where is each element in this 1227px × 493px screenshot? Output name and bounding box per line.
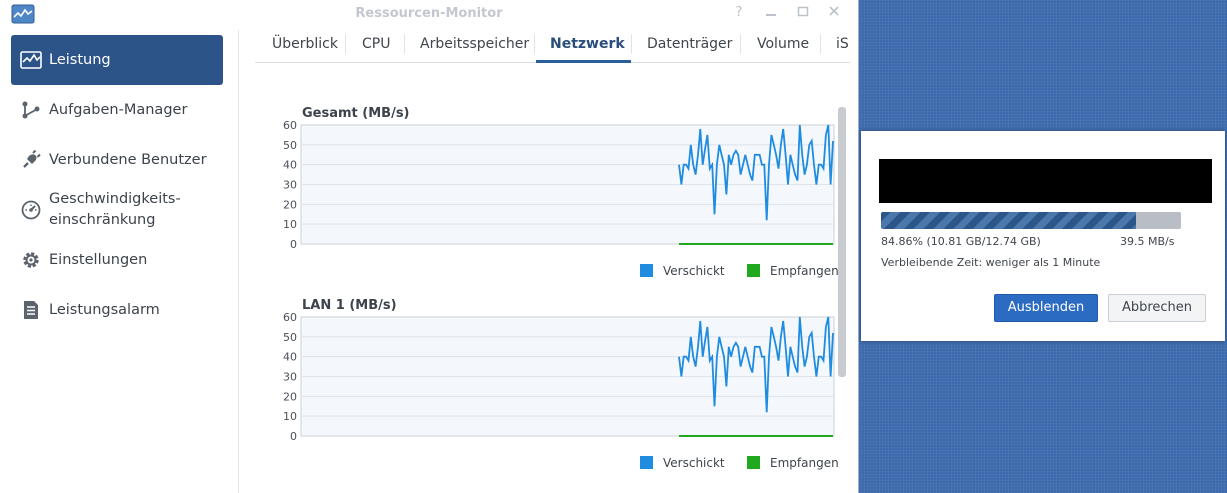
tab-separator xyxy=(631,34,632,54)
sidebar-item-label-line2: einschränkung xyxy=(49,212,156,228)
tab-separator xyxy=(404,34,405,54)
tab-cpu[interactable]: CPU xyxy=(362,36,390,52)
sidebar-item-label: Geschwindigkeits- einschränkung xyxy=(49,189,181,231)
hide-button[interactable]: Ausblenden xyxy=(994,294,1098,322)
title-bar[interactable]: Ressourcen-Monitor ? xyxy=(0,0,858,30)
activity-chart-icon xyxy=(20,49,42,71)
y-tick-label: 30 xyxy=(283,371,297,384)
chart-title-lan1: LAN 1 (MB/s) xyxy=(302,298,397,313)
tab-arbeitsspeicher[interactable]: Arbeitsspeicher xyxy=(420,36,529,52)
y-tick-label: 10 xyxy=(283,410,297,423)
content-scrollbar[interactable] xyxy=(838,107,846,377)
y-tick-label: 30 xyxy=(283,179,297,192)
tab-volume[interactable]: Volume xyxy=(757,36,809,52)
chart-lan1: 0 10 20 30 40 50 60 xyxy=(283,311,835,443)
chart-gesamt: 0 10 20 30 40 50 60 xyxy=(283,119,835,251)
y-tick-label: 0 xyxy=(290,238,297,251)
sidebar-item-label-line1: Geschwindigkeits- xyxy=(49,191,181,207)
progress-text: 84.86% (10.81 GB/12.74 GB) xyxy=(881,235,1041,248)
sidebar-item-label: Verbundene Benutzer xyxy=(49,151,207,168)
close-icon[interactable] xyxy=(826,5,842,21)
legend-label-verschickt: Verschickt xyxy=(663,264,725,278)
y-tick-label: 20 xyxy=(283,198,297,211)
gear-icon xyxy=(20,249,42,271)
sidebar-item-label: Einstellungen xyxy=(49,251,148,268)
redacted-filename xyxy=(879,159,1212,203)
tab-separator xyxy=(820,34,821,54)
legend-label-verschickt: Verschickt xyxy=(663,456,725,470)
sidebar: Leistung Aufgaben-Manager Verbundene Ben… xyxy=(0,30,239,493)
y-tick-label: 20 xyxy=(283,390,297,403)
y-tick-label: 50 xyxy=(283,139,297,152)
minimize-icon[interactable] xyxy=(763,5,779,21)
resource-monitor-window: Ressourcen-Monitor ? Leistung Aufgaben-M… xyxy=(0,0,859,493)
help-icon[interactable]: ? xyxy=(731,5,747,21)
transfer-progress-bar xyxy=(881,212,1181,229)
transfer-progress-dialog: 84.86% (10.81 GB/12.74 GB) 39.5 MB/s Ver… xyxy=(861,131,1225,341)
tab-iscsi[interactable]: iS xyxy=(836,36,849,52)
task-graph-icon xyxy=(20,99,42,121)
tab-separator xyxy=(534,34,535,54)
transfer-speed: 39.5 MB/s xyxy=(1120,235,1175,248)
y-tick-label: 60 xyxy=(283,311,297,324)
sidebar-item-label: Aufgaben-Manager xyxy=(49,101,188,118)
sidebar-item-label: Leistung xyxy=(49,51,111,68)
alarm-list-icon xyxy=(20,299,42,321)
sidebar-item-geschwindigkeitseinschraenkung[interactable]: Geschwindigkeits- einschränkung xyxy=(11,185,223,235)
legend-swatch-verschickt xyxy=(640,264,653,277)
legend-swatch-empfangen xyxy=(747,456,760,469)
sidebar-item-label: Leistungsalarm xyxy=(49,301,160,318)
maximize-icon[interactable] xyxy=(795,5,811,21)
y-tick-label: 0 xyxy=(290,430,297,443)
plug-icon xyxy=(20,149,42,171)
sidebar-item-leistungsalarm[interactable]: Leistungsalarm xyxy=(11,285,223,335)
y-tick-label: 10 xyxy=(283,218,297,231)
tab-ueberblick[interactable]: Überblick xyxy=(272,36,338,52)
tab-bar: Überblick CPU Arbeitsspeicher Netzwerk D… xyxy=(255,30,850,63)
active-tab-indicator xyxy=(536,60,631,63)
chart-title-gesamt: Gesamt (MB/s) xyxy=(302,106,410,121)
tab-separator xyxy=(345,34,346,54)
speedometer-icon xyxy=(20,199,42,221)
legend-label-empfangen: Empfangen xyxy=(770,456,839,470)
legend-swatch-empfangen xyxy=(747,264,760,277)
sidebar-item-aufgaben-manager[interactable]: Aufgaben-Manager xyxy=(11,85,223,135)
sidebar-item-verbundene-benutzer[interactable]: Verbundene Benutzer xyxy=(11,135,223,185)
y-tick-label: 40 xyxy=(283,351,297,364)
y-tick-label: 50 xyxy=(283,331,297,344)
legend-swatch-verschickt xyxy=(640,456,653,469)
y-tick-label: 60 xyxy=(283,119,297,132)
tab-datentraeger[interactable]: Datenträger xyxy=(647,36,732,52)
tab-separator xyxy=(740,34,741,54)
sidebar-item-einstellungen[interactable]: Einstellungen xyxy=(11,235,223,285)
cancel-button[interactable]: Abbrechen xyxy=(1108,294,1206,322)
tab-netzwerk[interactable]: Netzwerk xyxy=(550,36,625,52)
window-title: Ressourcen-Monitor xyxy=(355,6,503,21)
y-tick-label: 40 xyxy=(283,159,297,172)
remaining-time: Verbleibende Zeit: weniger als 1 Minute xyxy=(881,256,1101,269)
sidebar-item-leistung[interactable]: Leistung xyxy=(11,35,223,85)
transfer-progress-fill xyxy=(881,212,1136,229)
legend-label-empfangen: Empfangen xyxy=(770,264,839,278)
